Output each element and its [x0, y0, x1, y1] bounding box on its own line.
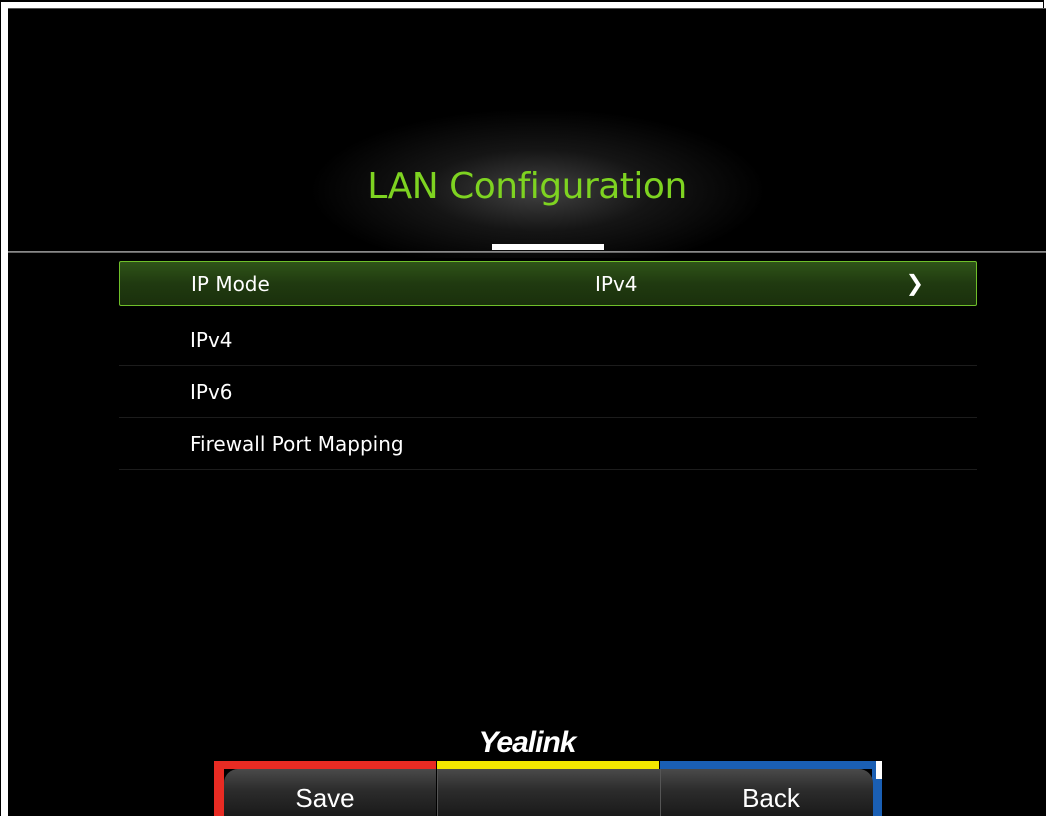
menu-item-value: IPv4	[595, 271, 638, 296]
page-indicator	[492, 244, 604, 250]
menu-item-ipv6[interactable]: IPv6	[119, 366, 977, 418]
blue-band	[660, 761, 882, 769]
yealink-logo: Yealink	[478, 726, 577, 759]
screen-top-border	[8, 8, 1046, 9]
menu-item-label: Firewall Port Mapping	[190, 431, 404, 456]
device-screen: LAN Configuration IP Mode IPv4 ❯ IPv4 IP…	[8, 8, 1046, 816]
yellow-softkey[interactable]	[437, 761, 660, 816]
menu-item-ipv4[interactable]: IPv4	[119, 314, 977, 366]
header-divider	[8, 251, 1046, 253]
menu-item-ip-mode[interactable]: IP Mode IPv4 ❯	[119, 261, 977, 306]
page-title: LAN Configuration	[367, 166, 687, 207]
red-band	[214, 761, 436, 769]
menu-item-firewall-port-mapping[interactable]: Firewall Port Mapping	[119, 418, 977, 470]
save-label: Save	[295, 783, 355, 813]
yellow-band	[437, 761, 659, 769]
save-button[interactable]: Save	[214, 761, 436, 816]
settings-menu: IP Mode IPv4 ❯ IPv4 IPv6 Firewall Port M…	[119, 261, 977, 470]
menu-item-label: IPv6	[190, 379, 233, 404]
back-button[interactable]: Back	[660, 761, 882, 816]
menu-item-label: IP Mode	[191, 271, 270, 296]
softkey-bar: Save Back	[214, 761, 882, 816]
menu-item-label: IPv4	[190, 327, 233, 352]
softkey-body	[437, 769, 660, 816]
back-label: Back	[742, 783, 800, 813]
chevron-right-icon: ❯	[905, 271, 924, 296]
corner-highlight	[876, 761, 882, 779]
